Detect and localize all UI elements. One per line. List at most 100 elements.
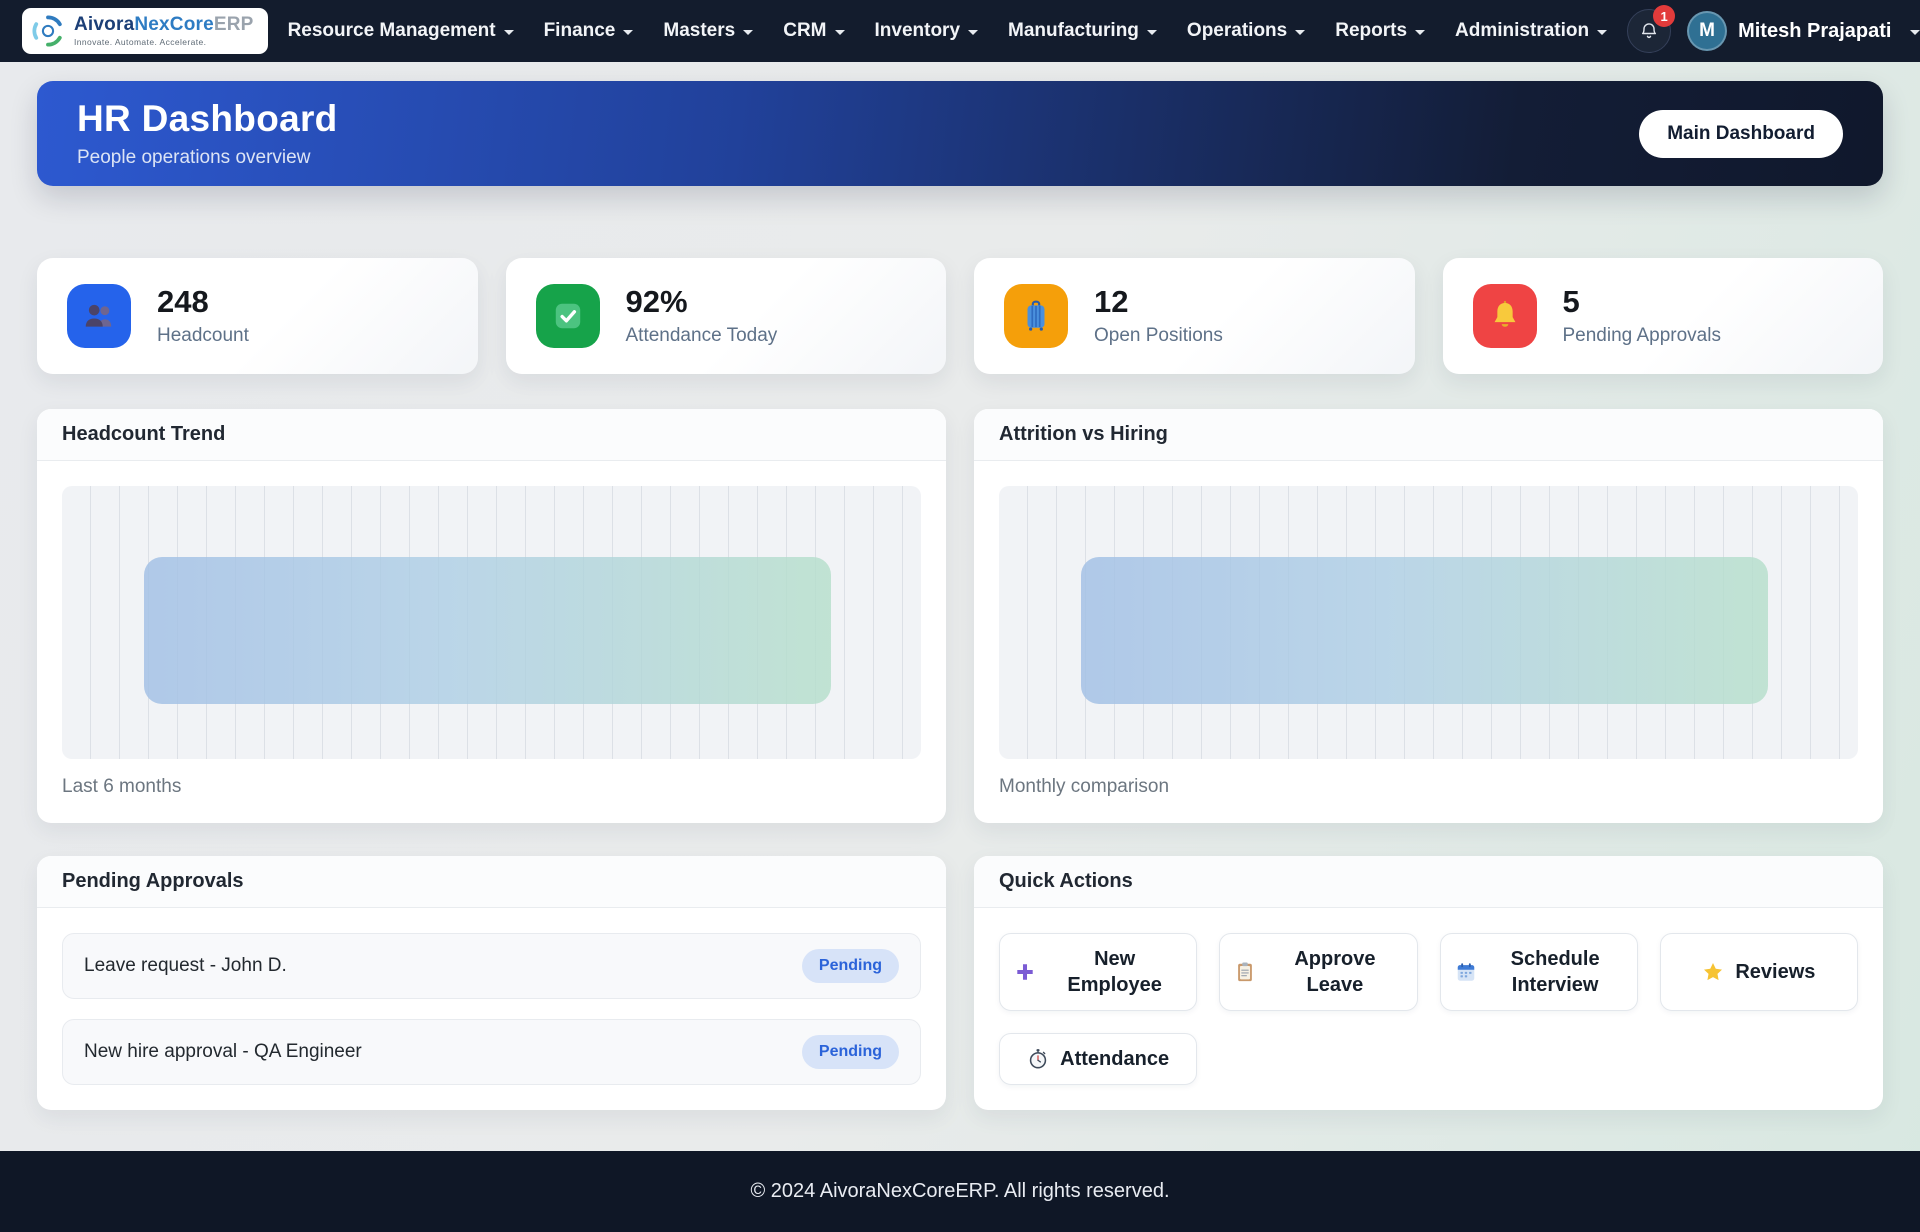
chevron-down-icon bbox=[743, 30, 753, 35]
button-label: Attendance bbox=[1060, 1046, 1169, 1072]
stat-text: 92% Attendance Today bbox=[626, 285, 778, 347]
stat-value: 92% bbox=[626, 285, 778, 319]
status-badge: Pending bbox=[802, 1035, 899, 1069]
nav-item-label: Inventory bbox=[875, 20, 961, 42]
stat-label: Pending Approvals bbox=[1563, 325, 1721, 347]
stat-value: 12 bbox=[1094, 285, 1223, 319]
quick-actions-card: Quick Actions New Employee bbox=[974, 856, 1883, 1110]
headcount-trend-card: Headcount Trend Last 6 months bbox=[37, 409, 946, 823]
stats-row: 248 Headcount 92% Attendance Today bbox=[37, 258, 1883, 374]
stat-label: Headcount bbox=[157, 325, 249, 347]
approval-list-item: New hire approval - QA Engineer Pending bbox=[62, 1019, 921, 1085]
approve-leave-button[interactable]: Approve Leave bbox=[1219, 933, 1417, 1011]
button-label: Schedule Interview bbox=[1488, 946, 1623, 998]
chart-gradient-area bbox=[1081, 557, 1768, 704]
copyright-text: © 2024 AivoraNexCoreERP. All rights rese… bbox=[750, 1180, 1169, 1203]
user-name: Mitesh Prajapati bbox=[1738, 20, 1891, 43]
chevron-down-icon bbox=[1295, 30, 1305, 35]
nav-item-crm[interactable]: CRM bbox=[783, 20, 844, 42]
pending-approvals-card: Pending Approvals Leave request - John D… bbox=[37, 856, 946, 1110]
approval-text: New hire approval - QA Engineer bbox=[84, 1041, 362, 1063]
attrition-vs-hiring-chart-placeholder bbox=[999, 486, 1858, 759]
approval-list-item: Leave request - John D. Pending bbox=[62, 933, 921, 999]
button-label: Reviews bbox=[1735, 959, 1815, 985]
quick-actions-grid: New Employee Approve Leave bbox=[999, 933, 1858, 1085]
card-body: Last 6 months bbox=[37, 461, 946, 823]
attendance-button[interactable]: Attendance bbox=[999, 1033, 1197, 1085]
chart-caption: Monthly comparison bbox=[999, 776, 1858, 798]
card-title: Quick Actions bbox=[974, 856, 1883, 908]
main-dashboard-button[interactable]: Main Dashboard bbox=[1639, 110, 1843, 158]
card-body: Monthly comparison bbox=[974, 461, 1883, 823]
chart-gradient-area bbox=[144, 557, 831, 704]
nav-item-label: Reports bbox=[1335, 20, 1407, 42]
button-label: New Employee bbox=[1047, 946, 1182, 998]
chevron-down-icon bbox=[1597, 30, 1607, 35]
check-icon bbox=[536, 284, 600, 348]
nav-item-label: Finance bbox=[544, 20, 616, 42]
stat-value: 5 bbox=[1563, 285, 1721, 319]
nav-item-label: Manufacturing bbox=[1008, 20, 1139, 42]
luggage-icon bbox=[1004, 284, 1068, 348]
nav-item-manufacturing[interactable]: Manufacturing bbox=[1008, 20, 1157, 42]
stat-label: Attendance Today bbox=[626, 325, 778, 347]
page-title: HR Dashboard bbox=[77, 98, 338, 140]
bottom-row: Pending Approvals Leave request - John D… bbox=[37, 856, 1883, 1110]
nav-item-inventory[interactable]: Inventory bbox=[875, 20, 979, 42]
user-menu[interactable]: M Mitesh Prajapati bbox=[1687, 11, 1920, 51]
stat-card-headcount: 248 Headcount bbox=[37, 258, 478, 374]
bell-icon bbox=[1473, 284, 1537, 348]
card-title: Pending Approvals bbox=[37, 856, 946, 908]
star-icon bbox=[1702, 961, 1724, 983]
main-menu: Resource Management Finance Masters CRM … bbox=[288, 20, 1608, 42]
page-header-banner: HR Dashboard People operations overview … bbox=[37, 81, 1883, 186]
chevron-down-icon bbox=[968, 30, 978, 35]
headcount-trend-chart-placeholder bbox=[62, 486, 921, 759]
nav-item-reports[interactable]: Reports bbox=[1335, 20, 1425, 42]
nav-item-label: Operations bbox=[1187, 20, 1287, 42]
brand-swirl-icon bbox=[31, 14, 65, 48]
stat-label: Open Positions bbox=[1094, 325, 1223, 347]
schedule-interview-button[interactable]: Schedule Interview bbox=[1440, 933, 1638, 1011]
button-label: Approve Leave bbox=[1267, 946, 1402, 998]
brand-tagline: Innovate. Automate. Accelerate. bbox=[74, 37, 254, 47]
stat-text: 12 Open Positions bbox=[1094, 285, 1223, 347]
brand-logo[interactable]: AivoraNexCoreERP Innovate. Automate. Acc… bbox=[22, 8, 268, 54]
plus-icon bbox=[1014, 961, 1036, 983]
chart-caption: Last 6 months bbox=[62, 776, 921, 798]
chevron-down-icon bbox=[1147, 30, 1157, 35]
stat-text: 5 Pending Approvals bbox=[1563, 285, 1721, 347]
new-employee-button[interactable]: New Employee bbox=[999, 933, 1197, 1011]
attrition-vs-hiring-card: Attrition vs Hiring Monthly comparison bbox=[974, 409, 1883, 823]
chevron-down-icon bbox=[1415, 30, 1425, 35]
chevron-down-icon bbox=[504, 30, 514, 35]
people-icon bbox=[67, 284, 131, 348]
nav-item-label: Masters bbox=[663, 20, 735, 42]
stat-text: 248 Headcount bbox=[157, 285, 249, 347]
notification-count-badge: 1 bbox=[1653, 5, 1675, 27]
clipboard-icon bbox=[1234, 961, 1256, 983]
stat-card-open-positions: 12 Open Positions bbox=[974, 258, 1415, 374]
page-header-text: HR Dashboard People operations overview bbox=[77, 98, 338, 169]
nav-item-masters[interactable]: Masters bbox=[663, 20, 753, 42]
chevron-down-icon bbox=[623, 30, 633, 35]
nav-item-label: Resource Management bbox=[288, 20, 496, 42]
top-navbar: AivoraNexCoreERP Innovate. Automate. Acc… bbox=[0, 0, 1920, 62]
main-content: HR Dashboard People operations overview … bbox=[0, 62, 1920, 1151]
brand-name: AivoraNexCoreERP bbox=[74, 14, 254, 35]
chevron-down-icon bbox=[835, 30, 845, 35]
nav-item-finance[interactable]: Finance bbox=[544, 20, 634, 42]
nav-item-operations[interactable]: Operations bbox=[1187, 20, 1305, 42]
nav-item-resource-management[interactable]: Resource Management bbox=[288, 20, 514, 42]
reviews-button[interactable]: Reviews bbox=[1660, 933, 1858, 1011]
avatar: M bbox=[1687, 11, 1727, 51]
card-title: Headcount Trend bbox=[37, 409, 946, 461]
status-badge: Pending bbox=[802, 949, 899, 983]
notifications-button[interactable]: 1 bbox=[1627, 9, 1671, 53]
card-title: Attrition vs Hiring bbox=[974, 409, 1883, 461]
chevron-down-icon bbox=[1910, 30, 1920, 35]
stat-card-attendance: 92% Attendance Today bbox=[506, 258, 947, 374]
stat-value: 248 bbox=[157, 285, 249, 319]
approval-text: Leave request - John D. bbox=[84, 955, 287, 977]
nav-item-administration[interactable]: Administration bbox=[1455, 20, 1607, 42]
